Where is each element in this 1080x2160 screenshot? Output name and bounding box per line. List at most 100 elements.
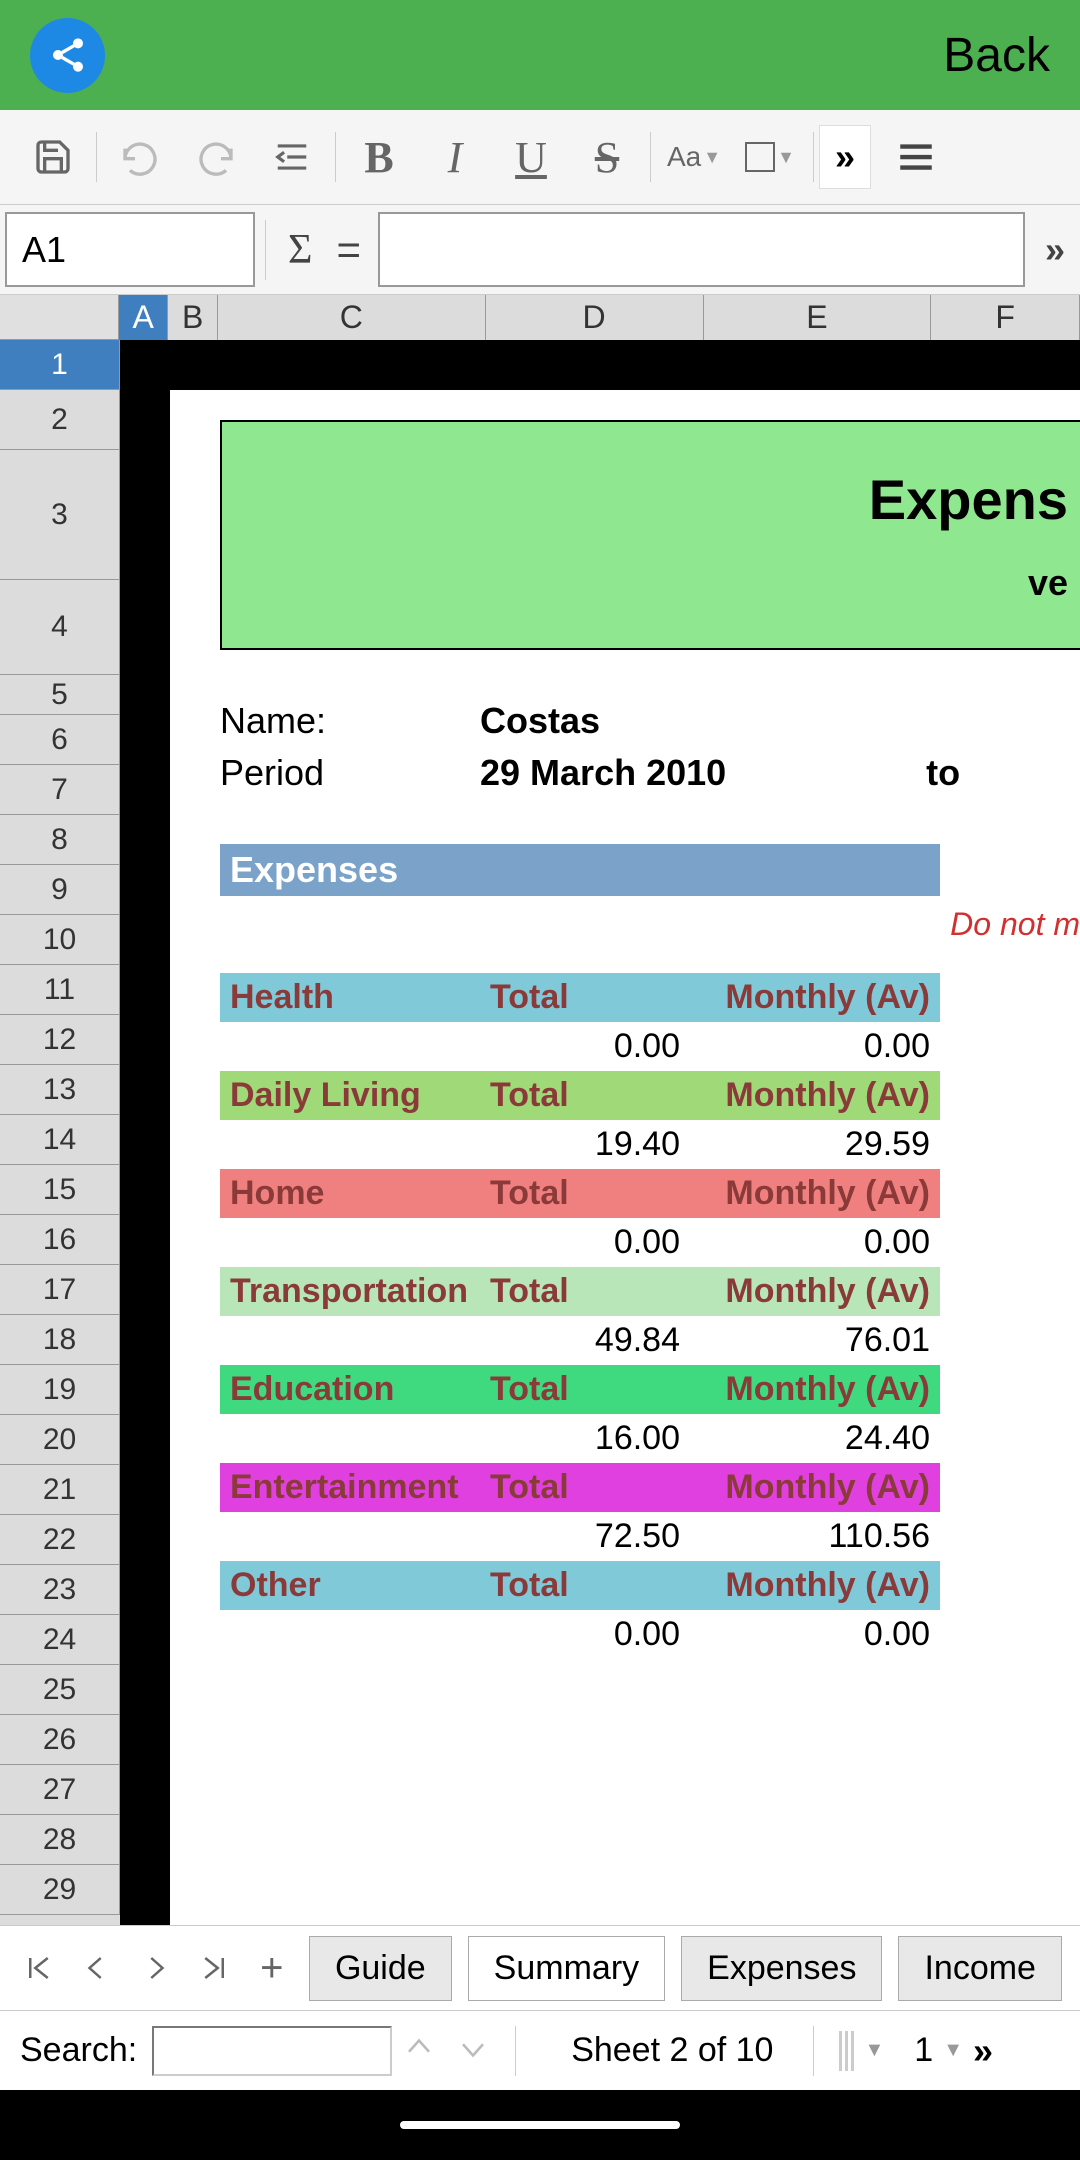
undo-icon (120, 137, 160, 177)
redo-button[interactable] (186, 127, 246, 187)
next-sheet-button[interactable] (134, 1941, 176, 1996)
separator (96, 132, 97, 182)
separator (650, 132, 651, 182)
cell-reference-input[interactable]: A1 (5, 212, 255, 287)
search-input[interactable] (152, 2026, 392, 2076)
title-banner: Expens ve (220, 420, 1080, 650)
row-header-2[interactable]: 2 (0, 390, 120, 450)
back-button[interactable]: Back (943, 28, 1050, 83)
search-prev-button[interactable] (404, 2030, 434, 2072)
italic-button[interactable]: I (425, 127, 485, 187)
row-header-14[interactable]: 14 (0, 1115, 120, 1165)
row-header-19[interactable]: 19 (0, 1365, 120, 1415)
row-header-20[interactable]: 20 (0, 1415, 120, 1465)
separator (265, 220, 266, 280)
row-header-22[interactable]: 22 (0, 1515, 120, 1565)
row-header-24[interactable]: 24 (0, 1615, 120, 1665)
total-value: 0.00 (480, 1610, 690, 1659)
column-header-c[interactable]: C (218, 295, 486, 340)
total-header: Total (480, 1267, 690, 1316)
column-header-f[interactable]: F (931, 295, 1080, 340)
formula-more-button[interactable]: » (1030, 229, 1080, 271)
undo-button[interactable] (110, 127, 170, 187)
row-header-11[interactable]: 11 (0, 965, 120, 1015)
row-header-9[interactable]: 9 (0, 865, 120, 915)
category-header-row: HomeTotalMonthly (Av) (220, 1169, 940, 1218)
tab-expenses[interactable]: Expenses (681, 1936, 882, 2001)
category-name: Other (220, 1561, 480, 1610)
row-header-18[interactable]: 18 (0, 1315, 120, 1365)
indent-icon (273, 138, 311, 176)
separator (335, 132, 336, 182)
save-icon (33, 137, 73, 177)
row-header-15[interactable]: 15 (0, 1165, 120, 1215)
row-header-21[interactable]: 21 (0, 1465, 120, 1515)
row-header-6[interactable]: 6 (0, 715, 120, 765)
chevron-right-icon (140, 1948, 170, 1988)
select-all-corner[interactable] (0, 295, 119, 339)
row-header-10[interactable]: 10 (0, 915, 120, 965)
row-header-29[interactable]: 29 (0, 1865, 120, 1915)
prev-sheet-button[interactable] (76, 1941, 118, 1996)
bold-button[interactable]: B (349, 127, 409, 187)
period-label: Period (220, 752, 480, 794)
total-value: 72.50 (480, 1512, 690, 1561)
save-button[interactable] (23, 127, 83, 187)
row-header-25[interactable]: 25 (0, 1665, 120, 1715)
equals-button[interactable]: = (336, 226, 361, 274)
underline-button[interactable]: U (501, 127, 561, 187)
search-next-button[interactable] (458, 2030, 488, 2072)
menu-button[interactable] (886, 127, 946, 187)
spreadsheet-grid[interactable]: 1 2 3 4 5 6 7 8 9 10 11 12 13 14 15 16 1… (0, 340, 1080, 1950)
hamburger-icon (895, 136, 937, 178)
row-header-4[interactable]: 4 (0, 580, 120, 675)
category-name: Home (220, 1169, 480, 1218)
formula-input[interactable] (378, 212, 1025, 287)
row-header-5[interactable]: 5 (0, 675, 120, 715)
row-header-23[interactable]: 23 (0, 1565, 120, 1615)
column-header-d[interactable]: D (486, 295, 704, 340)
view-mode-button[interactable] (839, 2031, 854, 2071)
monthly-header: Monthly (Av) (690, 973, 940, 1022)
row-header-28[interactable]: 28 (0, 1815, 120, 1865)
separator (813, 132, 814, 182)
tab-income[interactable]: Income (898, 1936, 1062, 2001)
row-header-17[interactable]: 17 (0, 1265, 120, 1315)
row-header-8[interactable]: 8 (0, 815, 120, 865)
formula-bar: A1 Σ = » (0, 205, 1080, 295)
gesture-pill[interactable] (400, 2121, 680, 2129)
row-header-12[interactable]: 12 (0, 1015, 120, 1065)
add-sheet-button[interactable]: + (251, 1941, 293, 1996)
tab-guide[interactable]: Guide (309, 1936, 452, 2001)
toolbar-more-button[interactable]: » (819, 125, 871, 189)
last-sheet-button[interactable] (193, 1941, 235, 1996)
row-header-27[interactable]: 27 (0, 1765, 120, 1815)
chevron-down-icon: ▼ (943, 2039, 963, 2062)
column-header-e[interactable]: E (704, 295, 932, 340)
row-header-7[interactable]: 7 (0, 765, 120, 815)
category-header-row: EntertainmentTotalMonthly (Av) (220, 1463, 940, 1512)
total-header: Total (480, 973, 690, 1022)
toolbar: B I U S Aa ▼ ▼ » (0, 110, 1080, 205)
total-value: 0.00 (480, 1022, 690, 1071)
row-header-16[interactable]: 16 (0, 1215, 120, 1265)
row-header-13[interactable]: 13 (0, 1065, 120, 1115)
strikethrough-button[interactable]: S (577, 127, 637, 187)
share-button[interactable] (30, 18, 105, 93)
font-name-button[interactable]: Aa ▼ (664, 127, 724, 187)
function-button[interactable]: Σ (288, 226, 312, 274)
background-color-button[interactable]: ▼ (740, 127, 800, 187)
category-values-row: 72.50110.56 (220, 1512, 940, 1561)
status-more-button[interactable]: » (973, 2030, 993, 2072)
category-header-row: Daily LivingTotalMonthly (Av) (220, 1071, 940, 1120)
column-header-b[interactable]: B (168, 295, 218, 340)
row-header-1[interactable]: 1 (0, 340, 120, 390)
column-header-a[interactable]: A (119, 295, 169, 340)
tab-summary[interactable]: Summary (468, 1936, 665, 2001)
row-header-3[interactable]: 3 (0, 450, 120, 580)
indent-button[interactable] (262, 127, 322, 187)
row-header-26[interactable]: 26 (0, 1715, 120, 1765)
monthly-value: 24.40 (690, 1414, 940, 1463)
first-sheet-button[interactable] (18, 1941, 60, 1996)
monthly-header: Monthly (Av) (690, 1169, 940, 1218)
